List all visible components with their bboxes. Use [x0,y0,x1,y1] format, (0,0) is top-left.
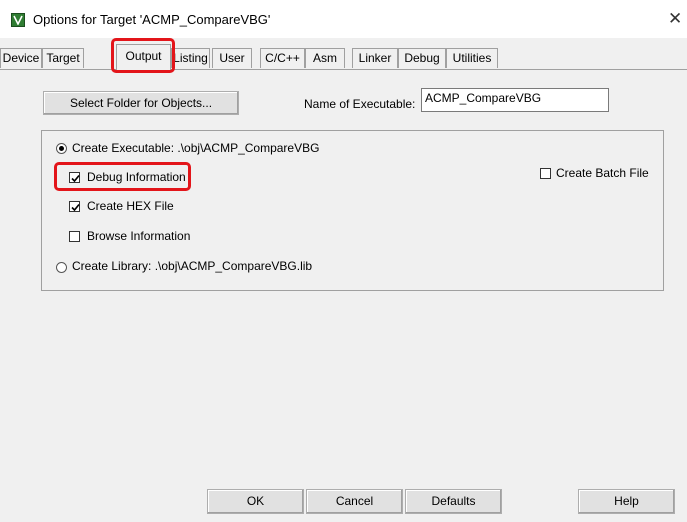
browse-information-checkbox[interactable] [69,231,80,242]
executable-name-input[interactable]: ACMP_CompareVBG [421,88,609,112]
window-title: Options for Target 'ACMP_CompareVBG' [33,12,271,27]
tab-asm[interactable]: Asm [305,48,345,68]
select-folder-button[interactable]: Select Folder for Objects... [43,91,239,115]
create-executable-radio[interactable] [56,143,67,154]
app-icon [11,13,25,27]
executable-name-label: Name of Executable: [304,97,416,111]
cancel-button[interactable]: Cancel [306,489,403,514]
tab-panel-border [0,69,687,70]
create-hex-checkbox[interactable] [69,201,80,212]
defaults-button[interactable]: Defaults [405,489,502,514]
tab-cpp[interactable]: C/C++ [260,48,305,68]
ok-button[interactable]: OK [207,489,304,514]
tab-utilities[interactable]: Utilities [446,48,498,68]
help-button[interactable]: Help [578,489,675,514]
debug-information-highlight [54,162,191,191]
create-batch-file-checkbox[interactable] [540,168,551,179]
create-executable-label: Create Executable: .\obj\ACMP_CompareVBG [72,141,320,155]
title-bar: Options for Target 'ACMP_CompareVBG' ✕ [0,0,687,38]
tab-listing[interactable]: Listing [171,48,210,68]
browse-information-label: Browse Information [87,229,191,243]
create-hex-label: Create HEX File [87,199,174,213]
output-tab-highlight [111,38,175,73]
tab-device[interactable]: Device [0,48,42,68]
close-icon[interactable]: ✕ [668,9,682,29]
create-library-radio[interactable] [56,262,67,273]
tab-user[interactable]: User [212,48,252,68]
create-library-label: Create Library: .\obj\ACMP_CompareVBG.li… [72,259,313,273]
tab-linker[interactable]: Linker [352,48,398,68]
tab-target[interactable]: Target [42,48,84,68]
tab-debug[interactable]: Debug [398,48,446,68]
create-batch-file-label: Create Batch File [556,166,649,180]
